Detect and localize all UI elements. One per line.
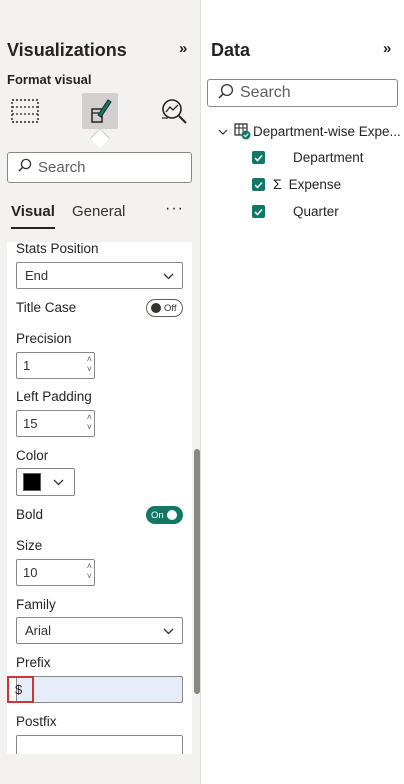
spin-arrows-icon[interactable]: ˄ ˅ — [87, 561, 92, 581]
font-family-dropdown[interactable]: Arial — [16, 617, 183, 644]
collapse-visualizations-button[interactable]: » — [179, 40, 187, 57]
postfix-input[interactable] — [16, 735, 183, 754]
spin-arrows-icon[interactable]: ˄ ˅ — [87, 354, 92, 374]
left-padding-stepper[interactable]: 15 ˄ ˅ — [16, 410, 95, 437]
family-label: Family — [16, 597, 56, 612]
prefix-label: Prefix — [16, 655, 51, 670]
color-picker[interactable] — [16, 468, 75, 496]
size-label: Size — [16, 538, 43, 553]
bold-toggle-text: On — [151, 509, 164, 521]
search-icon — [18, 158, 32, 177]
format-visual-label: Format visual — [7, 72, 92, 87]
precision-label: Precision — [16, 331, 72, 346]
field-quarter[interactable]: Quarter — [293, 201, 339, 221]
title-case-toggle[interactable]: Off — [146, 299, 183, 317]
left-padding-label: Left Padding — [16, 389, 92, 404]
chevron-down-icon — [163, 623, 174, 638]
tab-visual-underline — [11, 227, 55, 229]
active-tab-notch — [90, 128, 110, 148]
data-search-placeholder: Search — [240, 84, 291, 101]
toggle-knob — [151, 303, 161, 313]
format-settings-panel: Stats Position End Title Case Off Precis… — [7, 242, 192, 754]
left-padding-value: 15 — [23, 416, 38, 431]
build-visual-icon[interactable] — [7, 93, 43, 129]
title-case-toggle-text: Off — [164, 302, 177, 314]
pane-divider — [200, 0, 201, 784]
expense-checkbox[interactable] — [252, 178, 265, 191]
table-item-department-wise-expense[interactable]: Department-wise Expe... — [218, 120, 404, 142]
tab-visual[interactable]: Visual — [11, 203, 55, 220]
chevron-down-icon — [163, 268, 174, 283]
field-department[interactable]: Department — [293, 147, 364, 167]
toggle-knob — [166, 510, 177, 520]
analytics-icon[interactable] — [156, 93, 192, 129]
precision-value: 1 — [23, 358, 31, 373]
search-placeholder: Search — [38, 159, 86, 176]
chevron-down-icon[interactable] — [218, 124, 228, 139]
department-checkbox[interactable] — [252, 151, 265, 164]
size-value: 10 — [23, 565, 38, 580]
visualizations-title: Visualizations — [7, 40, 127, 60]
more-options-button[interactable]: ··· — [165, 200, 184, 218]
color-swatch — [23, 473, 41, 491]
color-label: Color — [16, 448, 49, 463]
postfix-label: Postfix — [16, 714, 57, 729]
field-expense[interactable]: Σ Expense — [273, 174, 341, 194]
field-expense-label: Expense — [288, 176, 342, 192]
size-stepper[interactable]: 10 ˄ ˅ — [16, 559, 95, 586]
stats-position-label: Stats Position — [16, 242, 99, 256]
bold-label: Bold — [16, 507, 44, 522]
tab-general[interactable]: General — [72, 203, 125, 220]
title-case-label: Title Case — [16, 300, 77, 315]
chevron-down-icon — [53, 473, 64, 491]
stats-position-value: End — [25, 268, 49, 283]
visualizations-search-input[interactable]: Search — [7, 152, 192, 183]
quarter-checkbox[interactable] — [252, 205, 265, 218]
data-search-input[interactable]: Search — [207, 79, 398, 107]
spin-arrows-icon[interactable]: ˄ ˅ — [87, 412, 92, 432]
stats-position-dropdown[interactable]: End — [16, 262, 183, 289]
table-name: Department-wise Expe... — [253, 123, 401, 139]
collapse-data-button[interactable]: » — [383, 40, 391, 57]
font-family-value: Arial — [25, 623, 52, 638]
format-visual-icon[interactable] — [82, 93, 118, 129]
data-title: Data — [211, 40, 251, 60]
sigma-icon: Σ — [273, 176, 282, 192]
visualizations-pane: Visualizations » Format visual Search Vi… — [0, 0, 200, 784]
precision-stepper[interactable]: 1 ˄ ˅ — [16, 352, 95, 379]
search-icon — [218, 83, 234, 104]
bold-toggle[interactable]: On — [146, 506, 183, 524]
table-icon — [234, 122, 251, 140]
prefix-input[interactable] — [16, 676, 183, 703]
prefix-value-highlight[interactable]: $ — [7, 676, 34, 703]
